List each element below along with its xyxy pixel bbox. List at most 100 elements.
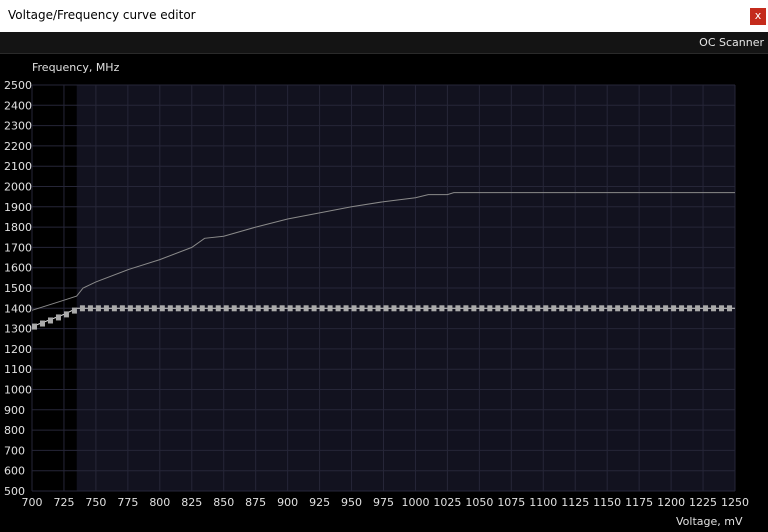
- curve-point[interactable]: [271, 305, 277, 312]
- curve-point[interactable]: [63, 311, 69, 318]
- x-tick-label: 975: [373, 496, 394, 509]
- curve-point[interactable]: [391, 305, 397, 312]
- curve-point[interactable]: [295, 305, 301, 312]
- curve-point[interactable]: [39, 320, 45, 327]
- curve-point[interactable]: [223, 305, 229, 312]
- curve-point[interactable]: [359, 305, 365, 312]
- curve-point[interactable]: [639, 305, 645, 312]
- curve-point[interactable]: [87, 305, 93, 312]
- curve-point[interactable]: [319, 305, 325, 312]
- curve-point[interactable]: [143, 305, 149, 312]
- y-tick-label: 1900: [4, 201, 32, 214]
- curve-point[interactable]: [303, 305, 309, 312]
- curve-point[interactable]: [575, 305, 581, 312]
- curve-point[interactable]: [207, 305, 213, 312]
- curve-point[interactable]: [535, 305, 541, 312]
- curve-point[interactable]: [487, 305, 493, 312]
- curve-point[interactable]: [503, 305, 509, 312]
- curve-point[interactable]: [111, 305, 117, 312]
- curve-point[interactable]: [55, 314, 61, 321]
- curve-point[interactable]: [663, 305, 669, 312]
- curve-point[interactable]: [719, 305, 725, 312]
- curve-point[interactable]: [151, 305, 157, 312]
- x-tick-label: 1225: [689, 496, 717, 509]
- curve-point[interactable]: [471, 305, 477, 312]
- curve-point[interactable]: [439, 305, 445, 312]
- curve-point[interactable]: [239, 305, 245, 312]
- curve-point[interactable]: [127, 305, 133, 312]
- curve-point[interactable]: [47, 317, 53, 324]
- y-tick-label: 2000: [4, 181, 32, 194]
- x-tick-label: 1000: [401, 496, 429, 509]
- curve-point[interactable]: [183, 305, 189, 312]
- curve-point[interactable]: [199, 305, 205, 312]
- curve-point[interactable]: [95, 305, 101, 312]
- curve-point[interactable]: [495, 305, 501, 312]
- curve-point[interactable]: [215, 305, 221, 312]
- curve-point[interactable]: [559, 305, 565, 312]
- curve-point[interactable]: [623, 305, 629, 312]
- curve-point[interactable]: [311, 305, 317, 312]
- curve-point[interactable]: [343, 305, 349, 312]
- x-tick-label: 800: [149, 496, 170, 509]
- curve-point[interactable]: [631, 305, 637, 312]
- x-tick-label: 1100: [529, 496, 557, 509]
- curve-point[interactable]: [79, 305, 85, 312]
- curve-point[interactable]: [455, 305, 461, 312]
- curve-point[interactable]: [263, 305, 269, 312]
- curve-point[interactable]: [367, 305, 373, 312]
- curve-point[interactable]: [383, 305, 389, 312]
- curve-point[interactable]: [599, 305, 605, 312]
- curve-point[interactable]: [351, 305, 357, 312]
- curve-point[interactable]: [679, 305, 685, 312]
- curve-point[interactable]: [591, 305, 597, 312]
- curve-point[interactable]: [463, 305, 469, 312]
- curve-point[interactable]: [423, 305, 429, 312]
- curve-point[interactable]: [479, 305, 485, 312]
- curve-point[interactable]: [415, 305, 421, 312]
- curve-point[interactable]: [687, 305, 693, 312]
- curve-point[interactable]: [32, 323, 37, 330]
- curve-point[interactable]: [703, 305, 709, 312]
- curve-point[interactable]: [655, 305, 661, 312]
- curve-point[interactable]: [119, 305, 125, 312]
- y-tick-label: 700: [4, 444, 25, 457]
- curve-point[interactable]: [247, 305, 253, 312]
- curve-point[interactable]: [711, 305, 717, 312]
- curve-point[interactable]: [191, 305, 197, 312]
- x-tick-label: 1150: [593, 496, 621, 509]
- curve-point[interactable]: [543, 305, 549, 312]
- curve-point[interactable]: [519, 305, 525, 312]
- x-axis-label: Voltage, mV: [676, 515, 743, 528]
- curve-point[interactable]: [407, 305, 413, 312]
- curve-point[interactable]: [135, 305, 141, 312]
- curve-point[interactable]: [615, 305, 621, 312]
- curve-point[interactable]: [551, 305, 557, 312]
- curve-point[interactable]: [647, 305, 653, 312]
- curve-point[interactable]: [447, 305, 453, 312]
- curve-point[interactable]: [671, 305, 677, 312]
- curve-point[interactable]: [175, 305, 181, 312]
- curve-point[interactable]: [103, 305, 109, 312]
- vf-curve-chart[interactable]: 5006007008009001000110012001300140015001…: [0, 0, 768, 532]
- curve-point[interactable]: [167, 305, 173, 312]
- curve-point[interactable]: [327, 305, 333, 312]
- curve-point[interactable]: [511, 305, 517, 312]
- curve-point[interactable]: [375, 305, 381, 312]
- curve-point[interactable]: [335, 305, 341, 312]
- curve-point[interactable]: [287, 305, 293, 312]
- x-tick-label: 700: [22, 496, 43, 509]
- curve-point[interactable]: [255, 305, 261, 312]
- curve-point[interactable]: [279, 305, 285, 312]
- curve-point[interactable]: [727, 305, 733, 312]
- curve-point[interactable]: [399, 305, 405, 312]
- curve-point[interactable]: [71, 307, 77, 314]
- curve-point[interactable]: [583, 305, 589, 312]
- curve-point[interactable]: [431, 305, 437, 312]
- curve-point[interactable]: [607, 305, 613, 312]
- curve-point[interactable]: [695, 305, 701, 312]
- curve-point[interactable]: [159, 305, 165, 312]
- curve-point[interactable]: [567, 305, 573, 312]
- curve-point[interactable]: [527, 305, 533, 312]
- curve-point[interactable]: [231, 305, 237, 312]
